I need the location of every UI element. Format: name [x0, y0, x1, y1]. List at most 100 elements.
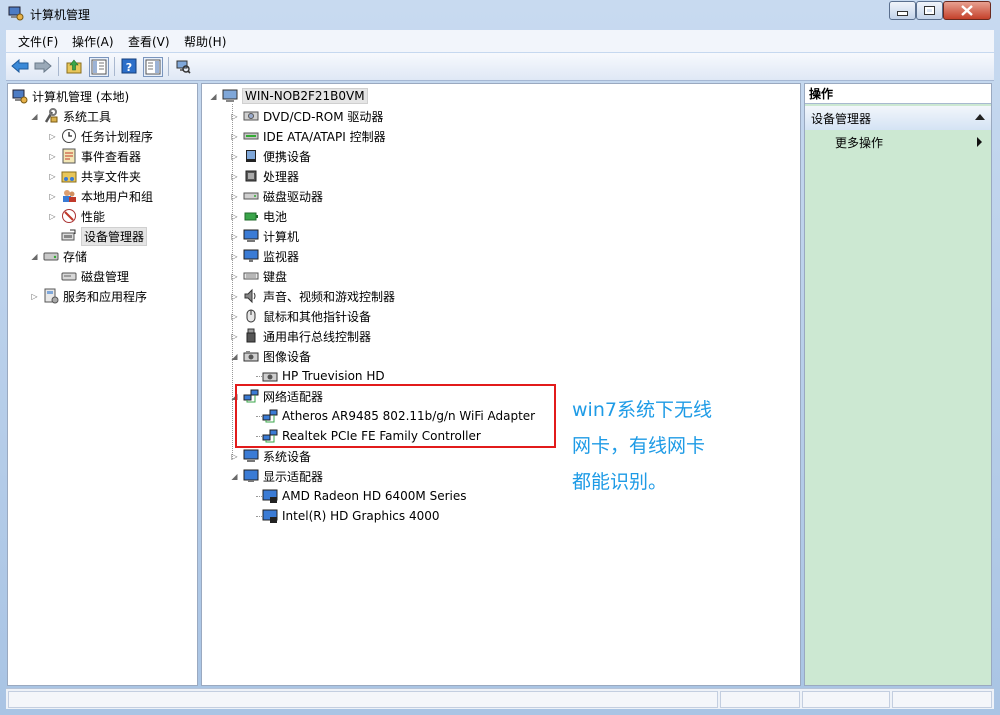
- expanded-arrow-icon[interactable]: ◢: [230, 472, 239, 481]
- device-category[interactable]: ▷ DVD/CD-ROM 驱动器: [230, 106, 383, 126]
- device-tree-item-label: 处理器: [263, 169, 300, 184]
- maximize-button[interactable]: [916, 1, 943, 20]
- console-tree-item-label: 任务计划程序: [81, 129, 154, 144]
- device-category[interactable]: ▷ 鼠标和其他指针设备: [230, 306, 371, 326]
- console-tree-item-label: 服务和应用程序: [63, 289, 148, 304]
- device-item[interactable]: Realtek PCIe FE Family Controller: [262, 426, 481, 446]
- console-tree-item[interactable]: 计算机管理 (本地): [12, 86, 129, 106]
- device-tree-item-label: Realtek PCIe FE Family Controller: [282, 429, 481, 443]
- collapsed-arrow-icon[interactable]: ▷: [30, 292, 39, 301]
- collapsed-arrow-icon[interactable]: ▷: [230, 312, 239, 321]
- forward-button[interactable]: [34, 57, 52, 75]
- collapsed-arrow-icon[interactable]: ▷: [230, 212, 239, 221]
- device-category[interactable]: ▷ IDE ATA/ATAPI 控制器: [230, 126, 385, 146]
- collapse-up-icon: [975, 114, 985, 120]
- back-button[interactable]: [11, 57, 29, 75]
- collapsed-arrow-icon[interactable]: ▷: [230, 252, 239, 261]
- device-item[interactable]: Intel(R) HD Graphics 4000: [262, 506, 440, 526]
- collapsed-arrow-icon[interactable]: ▷: [48, 172, 57, 181]
- toolbar-separator: [114, 57, 115, 76]
- expanded-arrow-icon[interactable]: ◢: [230, 352, 239, 361]
- console-tree-pane[interactable]: 计算机管理 (本地) ◢ 系统工具 ▷ 任务计划程序 ▷ 事件查看器 ▷ 共享文件夹 ▷ 本地用户和…: [7, 83, 198, 686]
- toolbar-separator: [58, 57, 59, 76]
- collapsed-arrow-icon[interactable]: ▷: [48, 212, 57, 221]
- device-category[interactable]: ▷ 磁盘驱动器: [230, 186, 323, 206]
- expanded-arrow-icon[interactable]: ◢: [30, 112, 39, 121]
- collapsed-arrow-icon[interactable]: ▷: [48, 132, 57, 141]
- device-tree-item-label: 网络适配器: [263, 389, 324, 404]
- collapsed-arrow-icon[interactable]: ▷: [230, 332, 239, 341]
- device-item[interactable]: HP Truevision HD: [262, 366, 385, 386]
- device-category[interactable]: ▷ 通用串行总线控制器: [230, 326, 371, 346]
- console-tree-item[interactable]: ◢ 系统工具: [30, 106, 111, 126]
- scan-hardware-button[interactable]: [174, 57, 192, 75]
- collapsed-arrow-icon[interactable]: ▷: [48, 192, 57, 201]
- collapsed-arrow-icon[interactable]: ▷: [230, 292, 239, 301]
- computer-management-icon: [8, 6, 24, 21]
- console-tree-item[interactable]: ▷ 事件查看器: [48, 146, 141, 166]
- device-tree-root[interactable]: ◢ WIN-NOB2F21B0VM: [209, 86, 368, 106]
- collapsed-arrow-icon[interactable]: ▷: [230, 132, 239, 141]
- device-category[interactable]: ◢ 网络适配器: [230, 386, 323, 406]
- forward-arrow-icon: [34, 59, 52, 73]
- console-tree-item[interactable]: ▷ 本地用户和组: [48, 186, 153, 206]
- device-category[interactable]: ◢ 显示适配器: [230, 466, 323, 486]
- collapsed-arrow-icon[interactable]: ▷: [230, 112, 239, 121]
- status-cell-3: [802, 691, 890, 708]
- menu-help[interactable]: 帮助(H): [184, 33, 226, 50]
- device-category[interactable]: ▷ 电池: [230, 206, 287, 226]
- minimize-button[interactable]: [889, 1, 916, 20]
- show-action-pane-button[interactable]: [143, 57, 163, 77]
- mouse-icon: [246, 309, 256, 323]
- device-category[interactable]: ▷ 键盘: [230, 266, 287, 286]
- task-scheduler-icon: [62, 129, 76, 143]
- device-category[interactable]: ▷ 监视器: [230, 246, 299, 266]
- collapsed-arrow-icon[interactable]: ▷: [48, 152, 57, 161]
- device-category[interactable]: ◢ 图像设备: [230, 346, 311, 366]
- up-level-button[interactable]: [65, 57, 83, 75]
- device-category[interactable]: ▷ 系统设备: [230, 446, 311, 466]
- console-tree-item[interactable]: ▷ 服务和应用程序: [30, 286, 147, 306]
- console-tree-item[interactable]: ▷ 性能: [48, 206, 105, 226]
- close-button[interactable]: [943, 1, 991, 20]
- device-category[interactable]: ▷ 便携设备: [230, 146, 311, 166]
- show-hide-tree-button[interactable]: [89, 57, 109, 77]
- title-bar[interactable]: 计算机管理: [0, 0, 1000, 28]
- device-tree-item-label: 通用串行总线控制器: [263, 329, 372, 344]
- menu-action[interactable]: 操作(A): [72, 33, 114, 50]
- collapsed-arrow-icon[interactable]: ▷: [230, 172, 239, 181]
- console-tree-item[interactable]: ◢ 存储: [30, 246, 87, 266]
- actions-section-device-manager[interactable]: 设备管理器: [805, 106, 991, 130]
- console-tree-item[interactable]: 设备管理器: [48, 226, 148, 246]
- device-item[interactable]: AMD Radeon HD 6400M Series: [262, 486, 467, 506]
- display-chip-icon: [262, 489, 278, 503]
- storage-icon: [43, 252, 59, 261]
- console-tree-item-label: 系统工具: [63, 109, 112, 124]
- expanded-arrow-icon[interactable]: ◢: [30, 252, 39, 261]
- shared-folders-icon: [61, 171, 77, 183]
- device-item[interactable]: Atheros AR9485 802.11b/g/n WiFi Adapter: [262, 406, 535, 426]
- collapsed-arrow-icon[interactable]: ▷: [230, 232, 239, 241]
- console-tree-item[interactable]: 磁盘管理: [48, 266, 129, 286]
- console-tree-item-label: 磁盘管理: [81, 269, 130, 284]
- help-button[interactable]: ?: [120, 57, 138, 75]
- performance-icon: [62, 209, 76, 223]
- console-tree-item[interactable]: ▷ 共享文件夹: [48, 166, 141, 186]
- device-category[interactable]: ▷ 计算机: [230, 226, 299, 246]
- menu-file[interactable]: 文件(F): [18, 33, 58, 50]
- menu-view[interactable]: 查看(V): [128, 33, 170, 50]
- collapsed-arrow-icon[interactable]: ▷: [230, 272, 239, 281]
- device-category[interactable]: ▷ 声音、视频和游戏控制器: [230, 286, 395, 306]
- collapsed-arrow-icon[interactable]: ▷: [230, 192, 239, 201]
- expanded-arrow-icon[interactable]: ◢: [230, 392, 239, 401]
- console-tree-item[interactable]: ▷ 任务计划程序: [48, 126, 153, 146]
- portable-device-icon: [246, 150, 256, 162]
- device-tree-pane[interactable]: ◢ WIN-NOB2F21B0VM ▷ DVD/CD-ROM 驱动器 ▷ IDE ATA/…: [201, 83, 801, 686]
- collapsed-arrow-icon[interactable]: ▷: [230, 152, 239, 161]
- collapsed-arrow-icon[interactable]: ▷: [230, 452, 239, 461]
- device-tree-item-label: WIN-NOB2F21B0VM: [242, 88, 368, 104]
- expanded-arrow-icon[interactable]: ◢: [209, 92, 218, 101]
- more-actions-item[interactable]: 更多操作: [835, 134, 883, 151]
- device-category[interactable]: ▷ 处理器: [230, 166, 299, 186]
- action-pane-icon: [145, 59, 161, 75]
